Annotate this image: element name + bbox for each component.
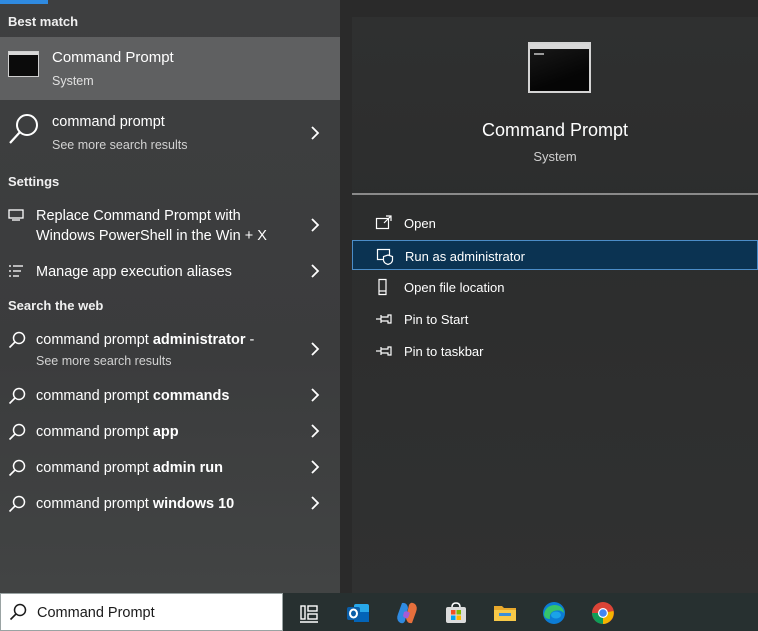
search-icon (8, 459, 26, 477)
settings-item-manage-aliases[interactable]: Manage app execution aliases (0, 260, 340, 284)
web-result-item[interactable]: command prompt admin run (0, 456, 340, 480)
search-result-item[interactable]: command prompt See more search results (0, 108, 340, 158)
best-match-item[interactable]: Command Prompt System (0, 37, 340, 100)
web-result-label: command prompt windows 10 (36, 496, 235, 512)
pin-icon (376, 346, 392, 356)
edge-icon[interactable] (541, 600, 567, 626)
action-pin-to-start[interactable]: Pin to Start (352, 304, 758, 334)
action-label: Pin to Start (404, 312, 469, 327)
divider (352, 193, 758, 195)
pin-icon (376, 314, 392, 324)
task-view-icon[interactable] (296, 600, 322, 626)
chevron-right-icon (311, 264, 320, 278)
search-result-title: command prompt (52, 114, 165, 130)
chevron-right-icon (311, 388, 320, 402)
action-label: Run as administrator (405, 249, 525, 264)
web-result-label: command prompt administrator - (36, 332, 255, 348)
action-label: Open (404, 216, 436, 231)
chevron-right-icon (311, 218, 320, 232)
command-prompt-icon (8, 51, 39, 77)
search-input[interactable]: Command Prompt (37, 605, 155, 621)
taskbar-search-box[interactable]: Command Prompt (0, 593, 283, 631)
web-result-item[interactable]: command prompt administrator - See more … (0, 328, 340, 372)
settings-item-line1: Replace Command Prompt with (36, 208, 241, 224)
best-match-heading: Best match (8, 14, 79, 29)
monitor-icon (8, 209, 24, 221)
action-run-as-administrator[interactable]: Run as administrator (352, 240, 758, 270)
search-icon (9, 114, 38, 144)
search-icon (8, 331, 26, 349)
taskbar: Command Prompt (0, 593, 758, 631)
file-explorer-icon[interactable] (492, 600, 518, 626)
web-result-label: command prompt app (36, 424, 179, 440)
best-match-subtitle: System (52, 74, 94, 88)
search-icon (9, 603, 27, 621)
chevron-right-icon (311, 126, 320, 140)
chevron-right-icon (311, 496, 320, 510)
web-result-label: command prompt commands (36, 388, 230, 404)
copilot-icon[interactable] (394, 600, 420, 626)
settings-item-replace-command-prompt[interactable]: Replace Command Prompt with Windows Powe… (0, 204, 340, 252)
shield-icon (376, 248, 394, 265)
search-web-heading: Search the web (8, 298, 104, 313)
best-match-title: Command Prompt (52, 49, 174, 66)
action-open[interactable]: Open (352, 208, 758, 238)
command-prompt-icon (528, 42, 591, 93)
settings-item-line2: Windows PowerShell in the Win + X (36, 228, 267, 244)
web-result-item[interactable]: command prompt windows 10 (0, 492, 340, 516)
chrome-icon[interactable] (590, 600, 616, 626)
tab-indicator (0, 0, 48, 4)
chevron-right-icon (311, 460, 320, 474)
search-results-panel: Best match Command Prompt System command… (0, 0, 340, 593)
outlook-icon[interactable] (345, 600, 371, 626)
web-result-item[interactable]: command prompt app (0, 420, 340, 444)
action-label: Pin to taskbar (404, 344, 484, 359)
action-pin-to-taskbar[interactable]: Pin to taskbar (352, 336, 758, 366)
settings-heading: Settings (8, 174, 60, 189)
file-location-icon (378, 278, 387, 296)
action-label: Open file location (404, 280, 505, 295)
chevron-right-icon (311, 342, 320, 356)
list-icon (9, 265, 23, 277)
app-title: Command Prompt (481, 120, 629, 140)
app-subtitle: System (533, 149, 577, 164)
search-icon (8, 423, 26, 441)
settings-item-label: Manage app execution aliases (36, 264, 232, 280)
store-icon[interactable] (443, 600, 469, 626)
search-result-subtitle: See more search results (52, 138, 188, 152)
open-icon (375, 215, 392, 230)
web-result-label: command prompt admin run (36, 460, 223, 476)
web-result-subtitle: See more search results (36, 354, 172, 368)
search-icon (8, 495, 26, 513)
web-result-item[interactable]: command prompt commands (0, 384, 340, 408)
search-icon (8, 387, 26, 405)
action-open-file-location[interactable]: Open file location (352, 272, 758, 302)
chevron-right-icon (311, 424, 320, 438)
app-details-panel: Command Prompt System Open Run as admini… (352, 17, 758, 593)
